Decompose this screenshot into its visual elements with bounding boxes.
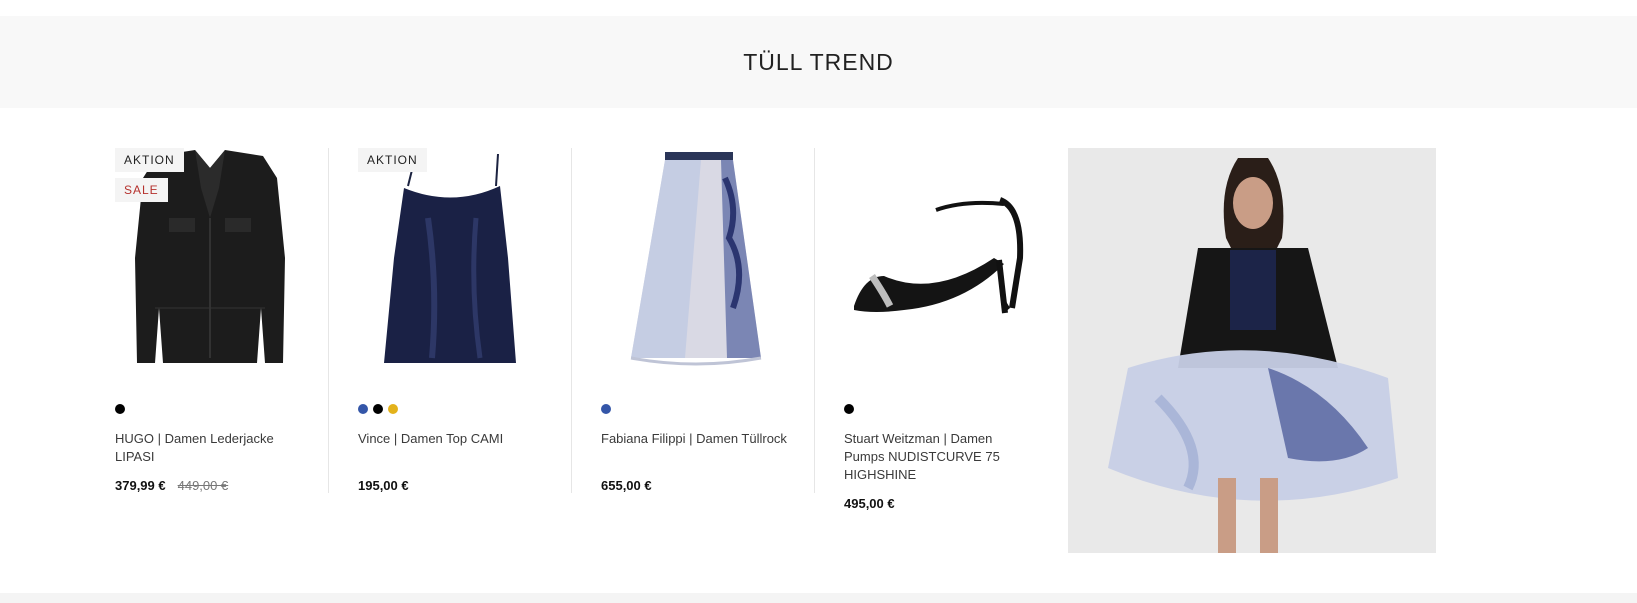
divider [328,148,329,493]
product-price: 655,00 € [601,478,652,493]
product-price: 495,00 € [844,496,895,511]
badge-aktion: AKTION [115,148,184,172]
swatch-black[interactable] [115,404,125,414]
product-card-1[interactable]: AKTION SALE HUGO | Damen Lederjacke LIPA… [115,148,305,493]
product-name[interactable]: HUGO | Damen Lederjacke LIPASI [115,430,305,466]
product-grid: AKTION SALE HUGO | Damen Lederjacke LIPA… [0,148,1637,568]
color-swatches [844,404,854,414]
section-header: TÜLL TREND [0,16,1637,108]
product-price: 379,99 € 449,00 € [115,478,228,493]
color-swatches [358,404,398,414]
badge-aktion: AKTION [358,148,427,172]
swatch-blue[interactable] [601,404,611,414]
swatch-black[interactable] [373,404,383,414]
color-swatches [115,404,125,414]
product-card-2[interactable]: AKTION Vince | Damen Top CAMI 195,00 € [358,148,548,493]
divider [571,148,572,493]
product-name[interactable]: Fabiana Filippi | Damen Tüllrock [601,430,791,448]
badge-sale: SALE [115,178,168,202]
swatch-black[interactable] [844,404,854,414]
current-price: 379,99 € [115,478,166,493]
current-price: 655,00 € [601,478,652,493]
swatch-yellow[interactable] [388,404,398,414]
product-name[interactable]: Vince | Damen Top CAMI [358,430,548,448]
section-title: TÜLL TREND [743,48,894,75]
product-card-3[interactable]: Fabiana Filippi | Damen Tüllrock 655,00 … [601,148,791,493]
product-name[interactable]: Stuart Weitzman | Damen Pumps NUDISTCURV… [844,430,1034,484]
divider [814,148,815,493]
color-swatches [601,404,611,414]
product-price: 195,00 € [358,478,409,493]
old-price: 449,00 € [177,478,229,493]
footer-strip [0,593,1637,603]
current-price: 195,00 € [358,478,409,493]
swatch-blue[interactable] [358,404,368,414]
current-price: 495,00 € [844,496,895,511]
product-image-satin-top[interactable] [358,148,548,376]
product-image-sandal[interactable] [844,148,1034,376]
promo-model-image[interactable] [1068,148,1436,553]
product-card-4[interactable]: Stuart Weitzman | Damen Pumps NUDISTCURV… [844,148,1034,511]
product-image-tulle-skirt[interactable] [601,148,791,376]
